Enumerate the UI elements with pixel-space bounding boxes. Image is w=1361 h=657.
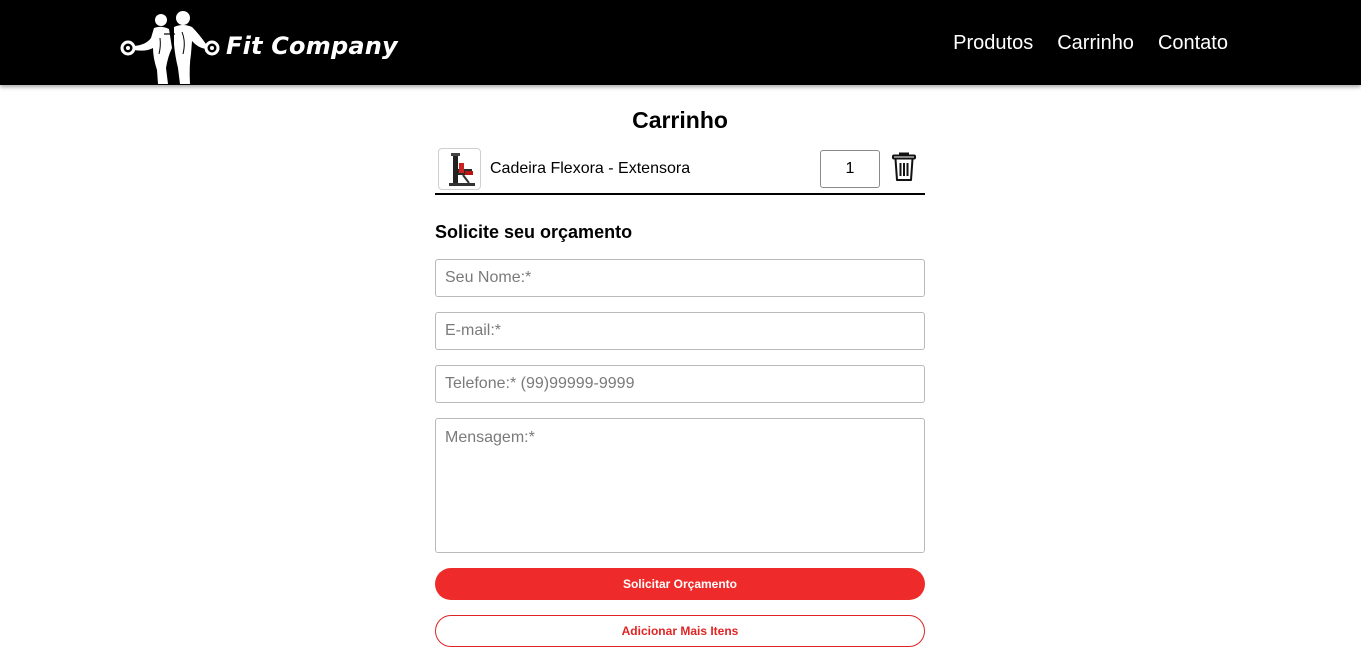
name-field[interactable] bbox=[435, 259, 925, 297]
brand-name: Fit Company bbox=[226, 32, 398, 60]
add-more-items-button[interactable]: Adicionar Mais Itens bbox=[435, 615, 925, 647]
brand-link[interactable]: Fit Company bbox=[120, 8, 398, 84]
email-field[interactable] bbox=[435, 312, 925, 350]
request-quote-button[interactable]: Solicitar Orçamento bbox=[435, 568, 925, 600]
delete-item-button[interactable] bbox=[891, 152, 917, 182]
fitness-couple-logo-icon bbox=[120, 11, 220, 84]
phone-field[interactable] bbox=[435, 365, 925, 403]
trash-icon bbox=[892, 152, 916, 181]
page-title: Carrinho bbox=[632, 107, 728, 133]
leg-machine-image-icon bbox=[449, 153, 475, 186]
quantity-input[interactable] bbox=[820, 150, 880, 188]
top-navbar: Fit Company Produtos Carrinho Contato bbox=[0, 0, 1361, 85]
product-thumbnail bbox=[438, 148, 481, 190]
quote-form-title: Solicite seu orçamento bbox=[435, 222, 633, 242]
cart-item-name: Cadeira Flexora - Extensora bbox=[490, 160, 691, 177]
message-field[interactable] bbox=[435, 418, 925, 553]
nav-link-carrinho[interactable]: Carrinho bbox=[1057, 31, 1134, 55]
nav-link-contato[interactable]: Contato bbox=[1158, 31, 1228, 55]
nav-link-produtos[interactable]: Produtos bbox=[953, 31, 1033, 55]
cart-item-row: Cadeira Flexora - Extensora bbox=[435, 146, 925, 195]
main-nav: Produtos Carrinho Contato bbox=[953, 31, 1228, 55]
